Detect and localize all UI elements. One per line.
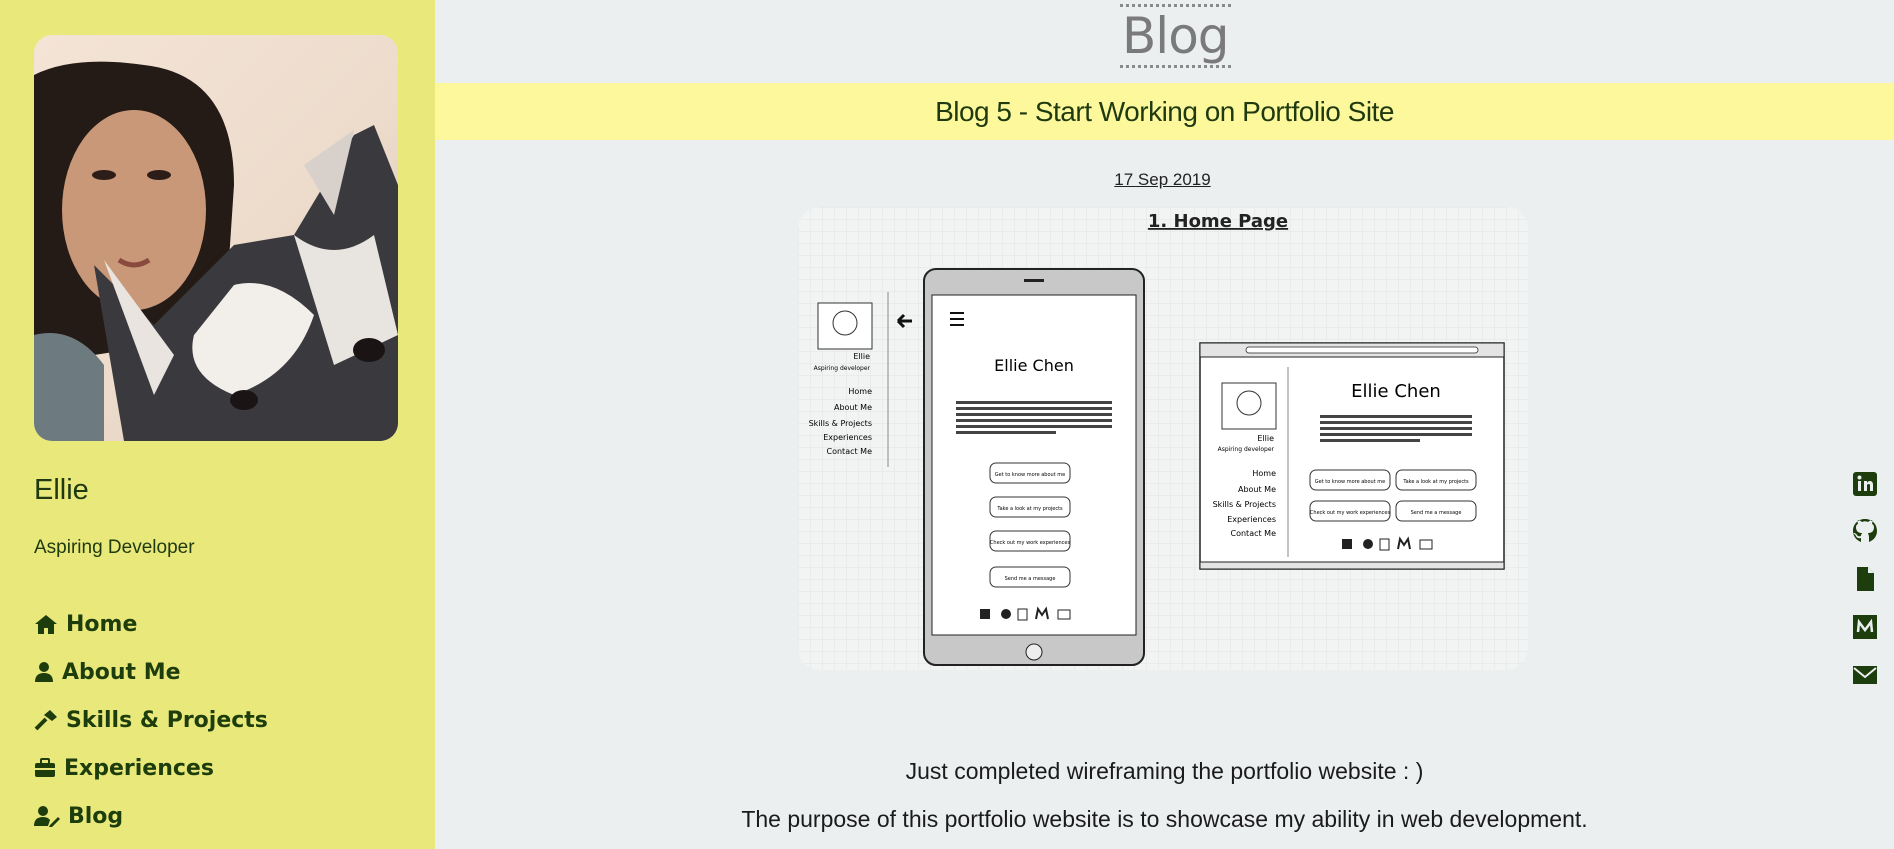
post-paragraph: Just completed wireframing the portfolio… [905,758,1424,784]
wireframe-desktop-nav-3: Experiences [1227,515,1276,524]
post-paragraph: The purpose of this portfolio website is… [741,806,1588,832]
wireframe-image: 1. Home Page Ellie Aspiring developer Ho… [798,207,1528,670]
nav-item-about-me[interactable]: About Me [34,648,268,696]
sidebar: Ellie Aspiring Developer Home About Me S… [0,0,435,849]
post-title-banner: Blog 5 - Start Working on Portfolio Site [435,83,1894,140]
profile-photo [34,35,398,441]
wireframe-desktop-nav-4: Contact Me [1231,529,1277,538]
nav-item-skills-projects[interactable]: Skills & Projects [34,696,268,744]
wireframe-desktop-button-2: Check out my work experiences [1310,510,1391,516]
sidebar-nav: Home About Me Skills & Projects Experien… [34,600,268,840]
nav-item-blog[interactable]: Blog [34,792,268,840]
wireframe-tablet-button-1: Take a look at my projects [996,506,1063,512]
post-date: 17 Sep 2019 [1114,170,1211,189]
wireframe-desktop-button-1: Take a look at my projects [1402,479,1469,485]
nav-label: Blog [68,803,124,829]
user-edit-icon [34,806,60,827]
wireframe-nav-3: Experiences [823,433,872,442]
wireframe-desktop-button-3: Send me a message [1411,510,1462,516]
nav-label: About Me [62,659,181,685]
wireframe-desktop-side-name: Ellie [1257,434,1274,443]
nav-item-home[interactable]: Home [34,600,268,648]
email-icon[interactable] [1851,661,1879,689]
wireframe-site-name-tablet: Ellie Chen [994,356,1074,375]
wireframe-tablet-button-3: Send me a message [1005,576,1056,582]
wireframe-nav-1: About Me [834,403,872,412]
briefcase-icon [35,758,55,777]
post-title: Blog 5 - Start Working on Portfolio Site [935,95,1394,127]
linkedin-icon[interactable] [1851,470,1879,498]
wireframe-desktop-nav-2: Skills & Projects [1213,500,1276,509]
wireframe-side-name: Ellie [853,352,870,361]
github-icon[interactable] [1851,517,1879,545]
wireframe-desktop-nav-1: About Me [1238,485,1276,494]
wireframe-heading: 1. Home Page [1148,211,1288,232]
nav-label: Home [66,611,138,637]
nav-label: Skills & Projects [66,707,268,733]
wireframe-tablet-button-0: Get to know more about me [995,472,1065,478]
user-icon [35,662,53,682]
wireframe-desktop-nav-0: Home [1252,469,1276,478]
nav-item-experiences[interactable]: Experiences [34,744,268,792]
resume-icon[interactable] [1851,565,1879,593]
wireframe-nav-0: Home [848,387,872,396]
wireframe-side-role: Aspiring developer [814,365,871,372]
wireframe-nav-4: Contact Me [827,447,873,456]
hammer-icon [34,710,57,731]
medium-icon[interactable] [1851,613,1879,641]
wireframe-nav-2: Skills & Projects [809,419,872,428]
wireframe-site-name-desktop: Ellie Chen [1351,381,1441,402]
wireframe-desktop-button-0: Get to know more about me [1315,479,1385,485]
nav-label: Experiences [64,755,214,781]
page-title: Blog [1120,4,1231,68]
profile-role: Aspiring Developer [34,537,195,558]
home-icon [35,615,57,634]
wireframe-tablet-button-2: Check out my work experiences [990,540,1071,546]
wireframe-desktop-side-role: Aspiring developer [1218,446,1275,453]
profile-name: Ellie [34,474,89,506]
